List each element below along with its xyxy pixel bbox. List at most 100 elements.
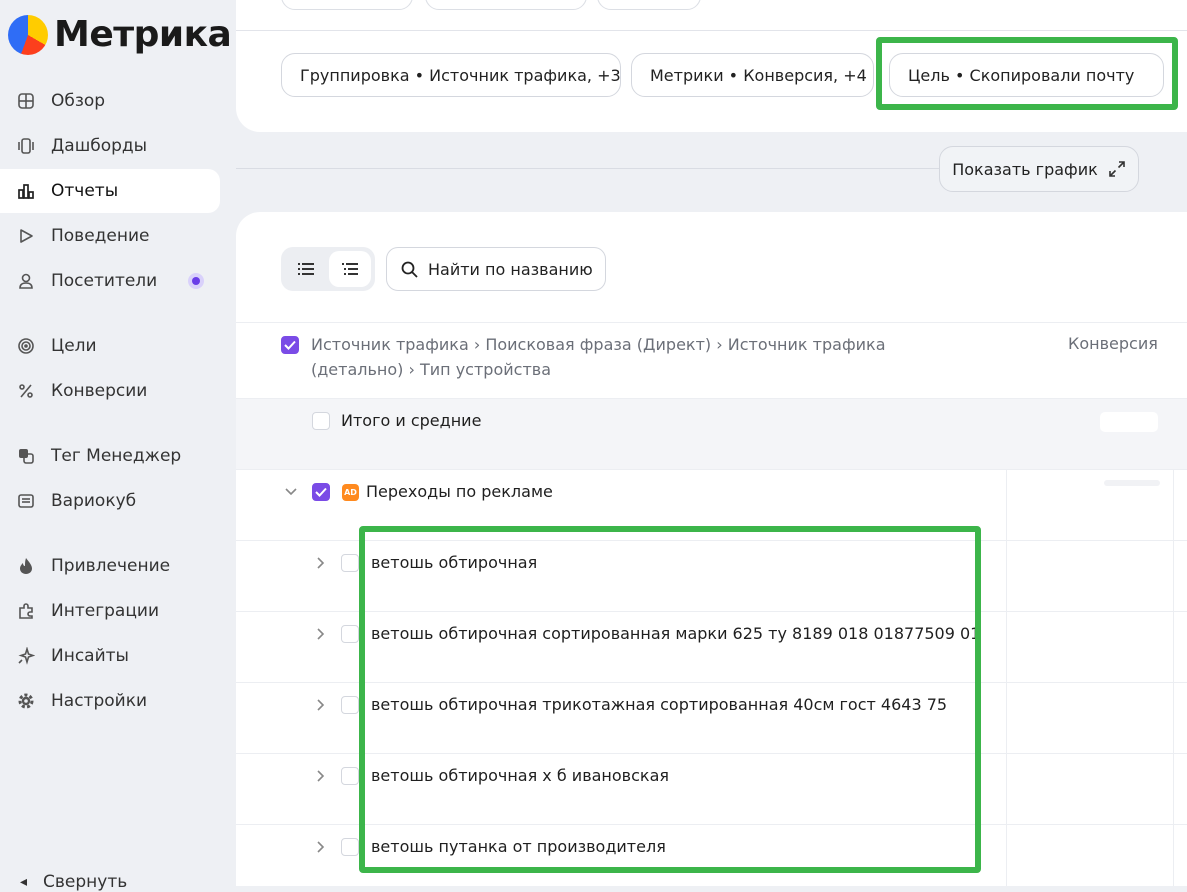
chevron-right-icon[interactable] bbox=[314, 769, 328, 783]
puzzle-icon bbox=[16, 601, 36, 621]
tree-view-button[interactable] bbox=[329, 251, 371, 287]
chevron-down-icon[interactable] bbox=[284, 485, 298, 499]
table-row-group[interactable] bbox=[236, 469, 1187, 540]
goal-select[interactable]: Цель • Скопировали почту bbox=[889, 53, 1164, 97]
list-view-button[interactable] bbox=[285, 251, 327, 287]
sidebar-item-settings[interactable]: Настройки bbox=[0, 679, 220, 723]
dashboards-icon bbox=[16, 136, 36, 156]
filter-pill[interactable] bbox=[597, 0, 701, 10]
table-row[interactable] bbox=[236, 753, 1187, 824]
divider bbox=[236, 30, 1187, 31]
chevron-right-icon[interactable] bbox=[314, 698, 328, 712]
row-checkbox[interactable] bbox=[341, 696, 359, 714]
app-logo[interactable]: Метрика bbox=[8, 14, 232, 55]
target-icon bbox=[16, 336, 36, 356]
sidebar-item-label: Привлечение bbox=[51, 556, 171, 576]
chevron-right-icon[interactable] bbox=[314, 840, 328, 854]
play-icon bbox=[16, 226, 36, 246]
chevron-right-icon[interactable] bbox=[314, 627, 328, 641]
sidebar-item-integrations[interactable]: Интеграции bbox=[0, 589, 220, 633]
new-badge-dot bbox=[188, 273, 204, 289]
check-icon bbox=[315, 487, 327, 497]
table-row[interactable] bbox=[236, 682, 1187, 753]
sidebar-item-label: Инсайты bbox=[51, 646, 129, 666]
dimensions-header[interactable]: Источник трафика › Поисковая фраза (Дире… bbox=[311, 332, 971, 382]
sidebar-item-overview[interactable]: Обзор bbox=[0, 79, 220, 123]
row-label: ветошь обтирочная трикотажная сортирован… bbox=[371, 695, 948, 714]
sidebar-item-acquisition[interactable]: Привлечение bbox=[0, 544, 220, 588]
sidebar-item-goals[interactable]: Цели bbox=[0, 324, 220, 368]
row-label: ветошь обтирочная х б ивановская bbox=[371, 766, 669, 785]
metrics-button[interactable]: Метрики • Конверсия, +4 bbox=[631, 53, 874, 97]
sidebar-item-visitors[interactable]: Посетители bbox=[0, 259, 220, 303]
sidebar-item-label: Поведение bbox=[51, 226, 150, 246]
sidebar-item-label: Цели bbox=[51, 336, 97, 356]
select-all-checkbox[interactable] bbox=[281, 336, 299, 354]
table-row[interactable] bbox=[236, 540, 1187, 611]
table-row[interactable] bbox=[236, 611, 1187, 682]
sidebar-item-variocube[interactable]: Вариокуб bbox=[0, 479, 220, 523]
logo-text: Метрика bbox=[54, 14, 232, 55]
sidebar-item-label: Дашборды bbox=[51, 136, 148, 156]
tree-list-icon bbox=[342, 263, 358, 275]
row-checkbox[interactable] bbox=[341, 767, 359, 785]
show-chart-button[interactable]: Показать график bbox=[939, 146, 1139, 192]
report-table-panel: Найти по названию Источник трафика › Пои… bbox=[236, 212, 1187, 886]
percent-icon bbox=[16, 381, 36, 401]
sidebar-item-tag-manager[interactable]: Тег Менеджер bbox=[0, 434, 220, 478]
chevron-right-icon[interactable] bbox=[314, 556, 328, 570]
sidebar-item-label: Тег Менеджер bbox=[51, 446, 182, 466]
flame-icon bbox=[16, 556, 36, 576]
divider bbox=[236, 168, 939, 169]
sidebar-item-insights[interactable]: Инсайты bbox=[0, 634, 220, 678]
blurred-value bbox=[1104, 480, 1160, 486]
sidebar-item-label: Посетители bbox=[51, 271, 158, 291]
sidebar-item-label: Вариокуб bbox=[51, 491, 137, 511]
group-label: Переходы по рекламе bbox=[366, 482, 553, 501]
row-label: ветошь обтирочная bbox=[371, 553, 538, 572]
date-pill[interactable] bbox=[281, 0, 413, 10]
bar-chart-icon bbox=[16, 181, 36, 201]
expand-icon bbox=[1108, 161, 1125, 177]
sidebar-item-label: Конверсии bbox=[51, 381, 148, 401]
row-label: ветошь путанка от производителя bbox=[371, 837, 666, 856]
list-icon bbox=[298, 263, 314, 275]
report-settings-panel: Группировка • Источник трафика, +3 Метри… bbox=[236, 0, 1187, 132]
grouping-label: Группировка • Источник трафика, +3 bbox=[300, 65, 621, 85]
show-chart-label: Показать график bbox=[952, 159, 1098, 179]
row-checkbox[interactable] bbox=[341, 554, 359, 572]
sidebar-item-label: Интеграции bbox=[51, 601, 160, 621]
sparkle-icon bbox=[16, 646, 36, 666]
gear-icon bbox=[16, 691, 36, 711]
sidebar-item-conversions[interactable]: Конверсии bbox=[0, 369, 220, 413]
view-toggle bbox=[281, 247, 375, 291]
collapse-label: Свернуть bbox=[43, 872, 128, 892]
collapse-arrow-icon: ◂ bbox=[20, 874, 28, 890]
sidebar-item-label: Отчеты bbox=[51, 181, 119, 201]
collapse-sidebar-button[interactable]: ◂ Свернуть bbox=[20, 872, 127, 892]
metric-header-conversion[interactable]: Конверсия bbox=[1068, 334, 1158, 353]
grid-icon bbox=[16, 91, 36, 111]
user-icon bbox=[16, 271, 36, 291]
sidebar: Метрика Обзор Дашборды Отчеты Поведение … bbox=[0, 0, 236, 892]
row-checkbox[interactable] bbox=[341, 625, 359, 643]
metrics-label: Метрики • Конверсия, +4 bbox=[650, 65, 867, 85]
ad-badge-icon: AD bbox=[342, 484, 359, 501]
search-placeholder: Найти по названию bbox=[428, 259, 593, 279]
row-checkbox[interactable] bbox=[341, 838, 359, 856]
sidebar-item-label: Настройки bbox=[51, 691, 148, 711]
goal-label: Цель • Скопировали почту bbox=[908, 65, 1135, 85]
sidebar-item-reports[interactable]: Отчеты bbox=[0, 169, 220, 213]
segment-pill[interactable] bbox=[425, 0, 587, 10]
row-label: ветошь обтирочная сортированная марки 62… bbox=[371, 624, 981, 643]
search-icon bbox=[401, 261, 418, 278]
sidebar-item-dashboards[interactable]: Дашборды bbox=[0, 124, 220, 168]
group-checkbox[interactable] bbox=[312, 483, 330, 501]
sidebar-item-label: Обзор bbox=[51, 91, 106, 111]
totals-label: Итого и средние bbox=[341, 411, 482, 430]
search-input[interactable]: Найти по названию bbox=[386, 247, 606, 291]
totals-row bbox=[236, 398, 1187, 469]
grouping-button[interactable]: Группировка • Источник трафика, +3 bbox=[281, 53, 621, 97]
sidebar-item-behavior[interactable]: Поведение bbox=[0, 214, 220, 258]
totals-checkbox[interactable] bbox=[312, 412, 330, 430]
